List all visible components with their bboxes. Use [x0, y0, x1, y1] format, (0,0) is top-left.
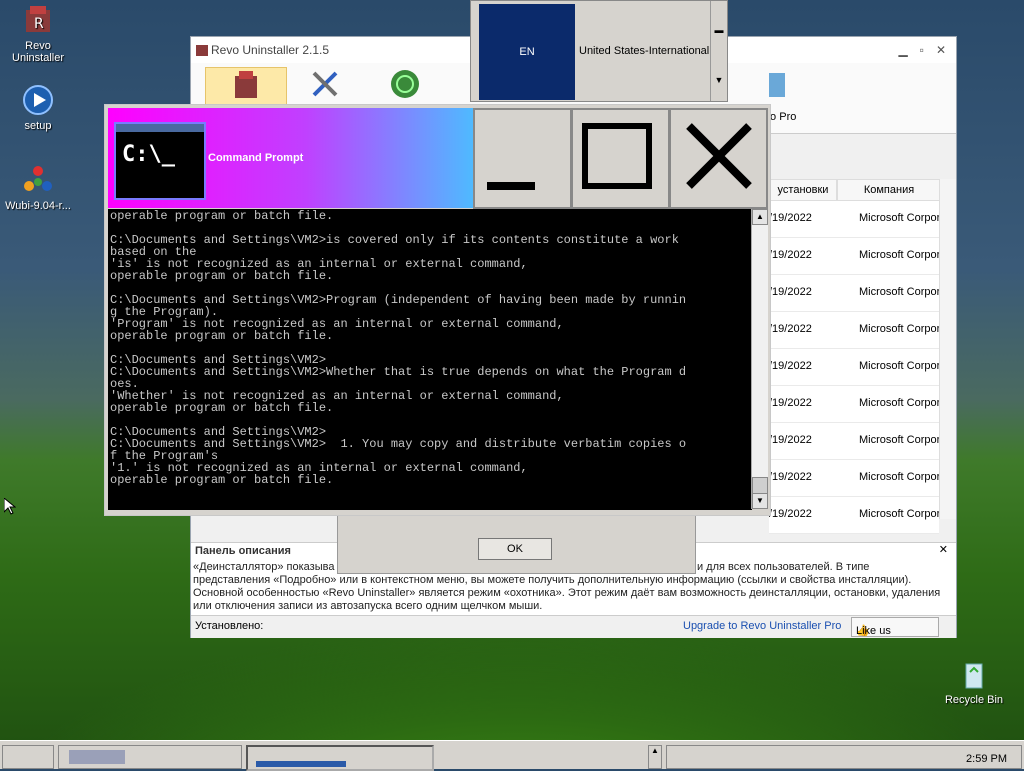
row-company: Microsoft Corpor	[859, 323, 939, 335]
wubi-icon	[22, 164, 54, 196]
desktop-icon-revo[interactable]: R Revo Uninstaller	[0, 4, 78, 64]
chevron-up-icon[interactable]: ▬	[711, 25, 727, 35]
taskbar: ▲ 2:59 PM	[0, 740, 1024, 771]
row-date: /19/2022	[769, 360, 812, 372]
close-icon[interactable]: ✕	[936, 43, 946, 57]
desktop-icon-label: Wubi-9.04-r...	[5, 200, 71, 212]
desc-line-4: или отключения записи из автозапуска все…	[193, 600, 543, 612]
taskbar-item-1[interactable]	[58, 745, 242, 769]
installed-count-label: Установлено:	[195, 620, 264, 632]
language-scroll[interactable]: ▬ ▼	[710, 1, 727, 101]
cmd-title-bar[interactable]: C:\_ Command Prompt	[108, 108, 768, 209]
scroll-up-icon[interactable]: ▲	[752, 209, 768, 225]
desc-line-2: представления «Подробно» или в контекстн…	[193, 574, 912, 586]
panel-close-icon[interactable]: ✕	[939, 543, 948, 556]
minimize-button[interactable]	[473, 108, 572, 209]
desktop-icon-label: Revo Uninstaller	[12, 40, 64, 64]
ok-button[interactable]: OK	[478, 538, 552, 560]
desktop-icon-label: Recycle Bin	[944, 694, 1004, 706]
row-date: /19/2022	[769, 249, 812, 261]
desktop-icon-recycle-bin[interactable]: Recycle Bin	[934, 658, 1014, 706]
table-row[interactable]: /19/2022 Microsoft Corpor	[769, 238, 939, 275]
minimize-icon	[487, 182, 535, 190]
like-us-label: Like us	[856, 625, 891, 637]
row-date: /19/2022	[769, 434, 812, 446]
status-bar: Установлено: Upgrade to Revo Uninstaller…	[191, 615, 956, 638]
row-date: /19/2022	[769, 471, 812, 483]
maximize-icon	[582, 123, 652, 189]
table-row[interactable]: /19/2022 Microsoft Corpor	[769, 275, 939, 312]
upgrade-link[interactable]: Upgrade to Revo Uninstaller Pro	[683, 620, 841, 632]
command-prompt-icon: C:\_	[114, 122, 206, 200]
desc-line-1-left: «Деинсталлятор» показыва	[193, 561, 335, 573]
column-install-date[interactable]: установки	[769, 179, 837, 201]
table-row[interactable]: /19/2022 Microsoft Corpor	[769, 386, 939, 423]
programs-scrollbar[interactable]	[939, 179, 956, 519]
column-company[interactable]: Компания	[837, 179, 941, 201]
row-date: /19/2022	[769, 286, 812, 298]
chevron-down-icon[interactable]: ▼	[711, 75, 727, 85]
desc-line-1-right: ак и для всех пользователей. В типе	[683, 561, 870, 573]
row-company: Microsoft Corpor	[859, 360, 939, 372]
scroll-down-icon[interactable]: ▼	[752, 493, 768, 509]
taskbar-clock[interactable]: 2:59 PM	[966, 753, 1007, 765]
cmd-window-title: Command Prompt	[208, 152, 304, 164]
row-company: Microsoft Corpor	[859, 397, 939, 409]
row-company: Microsoft Corpor	[859, 434, 939, 446]
minimize-icon[interactable]: ▁	[898, 43, 907, 57]
like-us-button[interactable]: 👍 Like us	[851, 617, 939, 637]
svg-text:R: R	[34, 16, 44, 32]
taskbar-item-icon	[69, 750, 125, 764]
row-company: Microsoft Corpor	[859, 286, 939, 298]
row-date: /19/2022	[769, 212, 812, 224]
row-date: /19/2022	[769, 508, 812, 520]
description-panel-title: Панель описания	[195, 545, 291, 557]
start-button[interactable]	[2, 745, 54, 769]
desktop-icon-setup[interactable]: setup	[0, 84, 78, 132]
programs-list: /19/2022 Microsoft Corpor /19/2022 Microso…	[769, 201, 939, 534]
wrench-icon	[312, 71, 338, 97]
table-row[interactable]: /19/2022 Microsoft Corpor	[769, 349, 939, 386]
desktop-icon-wubi[interactable]: Wubi-9.04-r...	[0, 164, 78, 212]
row-company: Microsoft Corpor	[859, 508, 939, 520]
revo-app-icon	[195, 43, 209, 60]
command-prompt-window: C:\_ Command Prompt operable program or …	[104, 104, 771, 516]
recycle-bin-icon	[958, 658, 990, 690]
desktop-icon-label: setup	[24, 120, 52, 132]
row-date: /19/2022	[769, 397, 812, 409]
revo-uninstaller-icon: R	[22, 4, 54, 36]
table-row[interactable]: /19/2022 Microsoft Corpor	[769, 312, 939, 349]
table-row[interactable]: /19/2022 Microsoft Corpor	[769, 201, 939, 238]
row-date: /19/2022	[769, 323, 812, 335]
row-company: Microsoft Corpor	[859, 249, 939, 261]
maximize-button[interactable]	[571, 108, 670, 209]
upgrade-pro-label: to Pro	[767, 111, 797, 123]
close-button[interactable]	[669, 108, 768, 209]
terminal-output[interactable]: operable program or batch file. C:\Docum…	[108, 209, 752, 510]
language-popup: EN United States-International ▬ ▼	[470, 0, 728, 102]
mouse-cursor-icon	[3, 496, 17, 519]
cmd-icon-text: C:\_	[122, 142, 175, 167]
uninstaller-icon	[235, 71, 257, 98]
desc-line-3: Основной особенностью «Revo Uninstaller»…	[193, 587, 941, 599]
taskbar-item-2[interactable]	[246, 745, 434, 771]
terminal-scrollbar[interactable]: ▲ ▼	[751, 209, 768, 509]
table-row[interactable]: /19/2022 Microsoft Corpor	[769, 497, 939, 534]
table-row[interactable]: /19/2022 Microsoft Corpor	[769, 423, 939, 460]
table-row[interactable]: /19/2022 Microsoft Corpor	[769, 460, 939, 497]
language-code[interactable]: EN	[479, 4, 575, 100]
maximize-icon[interactable]: ▫	[920, 43, 924, 57]
taskbar-scroll-icon[interactable]: ▲	[648, 745, 662, 769]
revo-window-title: Revo Uninstaller 2.1.5	[211, 43, 330, 57]
row-company: Microsoft Corpor	[859, 212, 939, 224]
revo-pro-icon	[769, 73, 785, 97]
language-name: United States-International	[579, 45, 710, 57]
radar-icon	[391, 70, 419, 98]
row-company: Microsoft Corpor	[859, 471, 939, 483]
taskbar-item-icon	[256, 761, 346, 767]
system-tray: 2:59 PM	[666, 745, 1022, 769]
setup-icon	[22, 84, 54, 116]
close-icon	[686, 123, 752, 189]
